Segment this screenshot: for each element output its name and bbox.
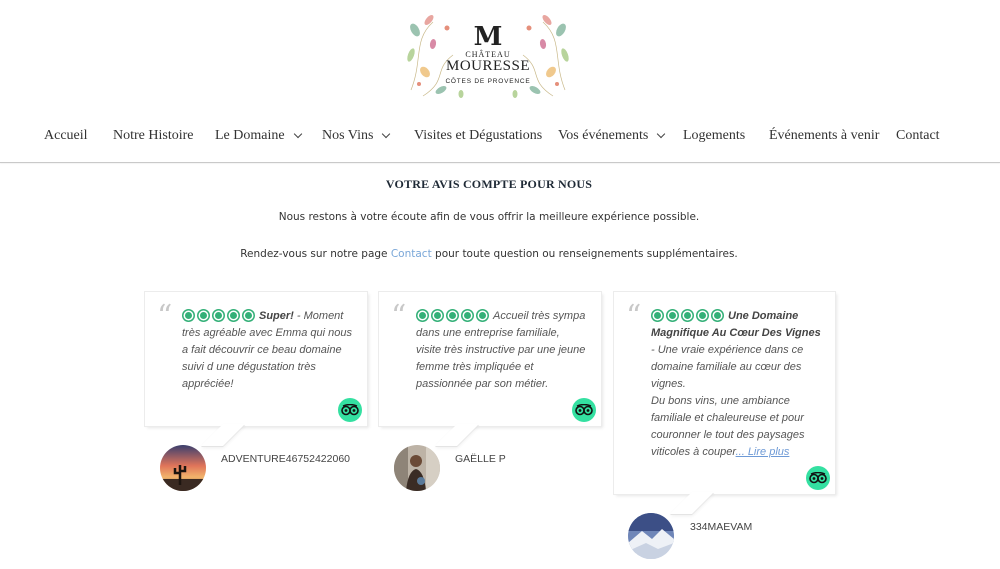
rating-bubble-icon [461, 309, 474, 322]
quote-mark-icon: “ [391, 299, 407, 334]
rating-bubble-icon [197, 309, 210, 322]
review-body: Accueil très sympa dans une entreprise f… [416, 308, 587, 393]
rating-bubble-icon [681, 309, 694, 322]
rating-bubble-icon [227, 309, 240, 322]
logo-region: CÔTES DE PROVENCE [445, 78, 531, 85]
review-text: Accueil très sympa dans une entreprise f… [416, 310, 586, 390]
rating-bubbles [182, 309, 255, 322]
rating-bubble-icon [651, 309, 664, 322]
tripadvisor-owl-icon[interactable] [572, 398, 596, 422]
nav-label: Visites et Dégustations [414, 128, 543, 143]
nav-item-le-domaine[interactable]: Le Domaine [215, 128, 302, 144]
review-separator: - [293, 310, 304, 322]
nav-label: Accueil [44, 128, 88, 143]
chevron-down-icon [657, 129, 666, 139]
rating-bubble-icon [431, 309, 444, 322]
card-pointer [435, 424, 479, 446]
section-title: VOTRE AVIS COMPTE POUR NOUS [385, 177, 593, 191]
site-logo[interactable]: M CHÂTEAU MOURESSE CÔTES DE PROVENCE [403, 10, 573, 98]
read-more-link[interactable]: ... Lire plus [736, 446, 790, 458]
review-body: Une Domaine Magnifique Au Cœur Des Vigne… [651, 308, 821, 461]
rating-bubble-icon [696, 309, 709, 322]
review-card: “ Super! - Moment très agréable avec Emm… [145, 292, 367, 426]
logo-name: MOURESSE [445, 58, 531, 74]
review-author: GAËLLE P [455, 453, 506, 465]
contact-text: Rendez-vous sur notre page Contact pour … [0, 248, 978, 260]
quote-mark-icon: “ [157, 299, 173, 334]
review-card: “ Une Domaine Magnifique Au Cœur Des Vig… [614, 292, 835, 494]
nav-label: Vos événements [558, 128, 649, 143]
rating-bubble-icon [416, 309, 429, 322]
intro-text: Nous restons à votre écoute afin de vous… [278, 211, 700, 223]
rating-bubble-icon [711, 309, 724, 322]
nav-item-contact[interactable]: Contact [896, 128, 940, 144]
quote-mark-icon: “ [626, 299, 642, 334]
nav-label: Le Domaine [215, 128, 285, 143]
review-text: - Une vraie expérience dans ce domaine f… [651, 344, 804, 390]
logo-monogram: M [473, 22, 503, 52]
nav-label: Notre Histoire [113, 128, 194, 143]
nav-item-evenements-a-venir[interactable]: Événements à venir [769, 128, 879, 144]
rating-bubble-icon [666, 309, 679, 322]
rating-bubbles [651, 309, 724, 322]
card-pointer [201, 424, 245, 446]
review-body: Super! - Moment très agréable avec Emma … [182, 308, 353, 393]
nav-item-accueil[interactable]: Accueil [44, 128, 88, 144]
nav-item-nos-vins[interactable]: Nos Vins [322, 128, 391, 144]
rating-bubble-icon [242, 309, 255, 322]
nav-item-notre-histoire[interactable]: Notre Histoire [113, 128, 193, 144]
contact-link[interactable]: Contact [391, 248, 432, 260]
rating-bubble-icon [446, 309, 459, 322]
tripadvisor-owl-icon[interactable] [338, 398, 362, 422]
avatar [160, 445, 206, 491]
tripadvisor-owl-icon[interactable] [806, 466, 830, 490]
card-pointer [670, 492, 714, 514]
nav-item-vos-evenements[interactable]: Vos événements [558, 128, 666, 144]
avatar [628, 513, 674, 559]
nav-item-visites[interactable]: Visites et Dégustations [414, 128, 542, 144]
contact-text-after: pour toute question ou renseignements su… [431, 248, 738, 260]
avatar [394, 445, 440, 491]
rating-bubbles [416, 309, 489, 322]
header-divider [0, 162, 1000, 163]
chevron-down-icon [293, 129, 302, 139]
rating-bubble-icon [212, 309, 225, 322]
main-nav: Accueil Notre Histoire Le Domaine Nos Vi… [0, 118, 1000, 154]
chevron-down-icon [382, 129, 391, 139]
nav-label: Événements à venir [769, 128, 880, 143]
contact-text-before: Rendez-vous sur notre page [240, 248, 391, 260]
nav-label: Contact [896, 128, 940, 143]
rating-bubble-icon [182, 309, 195, 322]
review-title: Super! [259, 310, 294, 322]
review-card: “ Accueil très sympa dans une entreprise… [379, 292, 601, 426]
rating-bubble-icon [476, 309, 489, 322]
nav-item-logements[interactable]: Logements [683, 128, 745, 144]
nav-label: Nos Vins [322, 128, 374, 143]
review-text: Moment très agréable avec Emma qui nous … [182, 310, 352, 390]
nav-label: Logements [683, 128, 746, 143]
review-author: 334MAEVAM [690, 521, 753, 533]
review-author: ADVENTURE46752422060 [221, 453, 350, 465]
